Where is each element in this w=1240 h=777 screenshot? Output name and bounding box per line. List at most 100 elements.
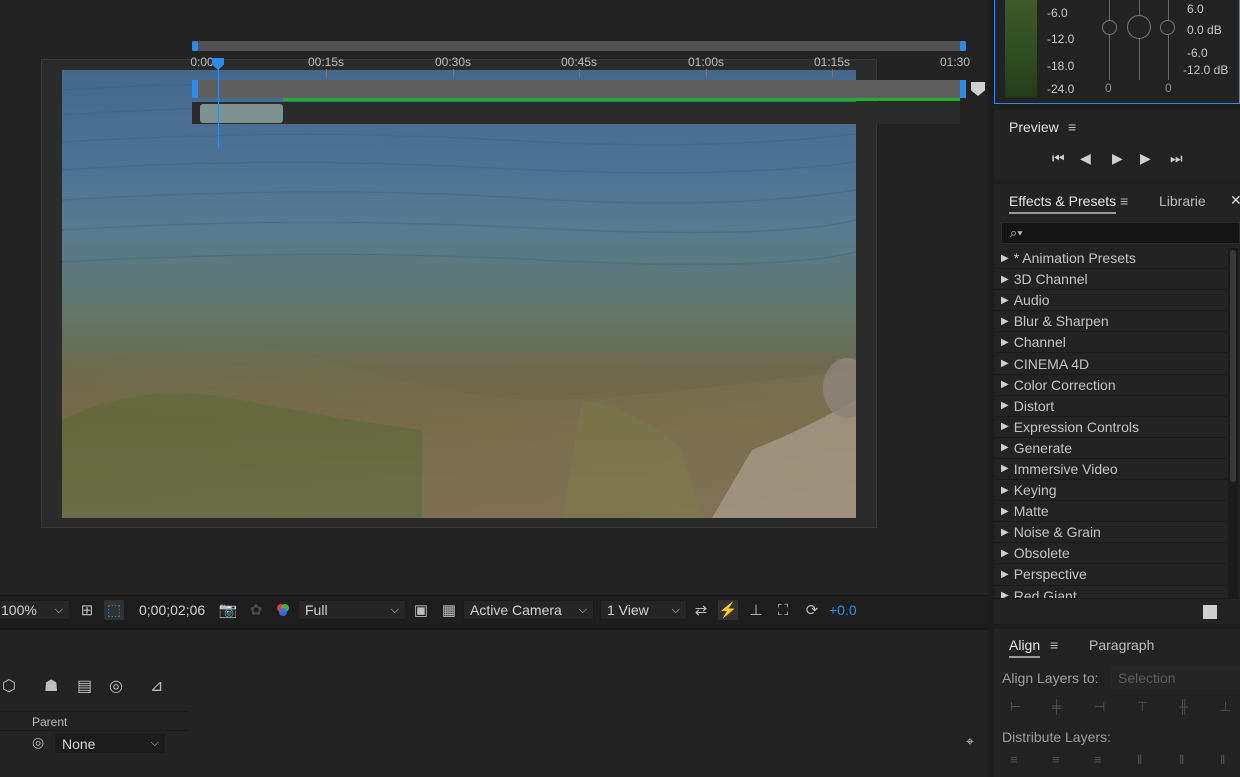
comp-end-handle[interactable] (960, 80, 966, 98)
align-right-icon[interactable]: ⊣ (1094, 699, 1110, 715)
disclosure-triangle-icon: ▶ (1001, 505, 1009, 517)
transparency-grid-icon[interactable]: ▦ (439, 600, 459, 620)
disclosure-triangle-icon: ▶ (1001, 358, 1009, 370)
effects-category[interactable]: ▶ Distort (994, 396, 1227, 417)
align-vertical-center-icon[interactable]: ╫ (1179, 699, 1195, 715)
effects-search-input[interactable]: ⌕▾ (1001, 222, 1240, 244)
motion-blur-icon[interactable]: ◎ (109, 676, 123, 696)
effects-scrollbar[interactable] (1228, 248, 1238, 598)
work-area-end-handle[interactable] (960, 41, 966, 51)
distribute-horizontal-center-icon[interactable]: ‖ (1179, 752, 1195, 768)
distribute-left-icon[interactable]: ‖ (1137, 752, 1153, 768)
snapshot-camera-icon[interactable]: 📷 (218, 600, 238, 620)
effects-category[interactable]: ▶ * Animation Presets (994, 248, 1227, 270)
effects-category[interactable]: ▶ Obsolete (994, 543, 1227, 565)
previous-frame-icon[interactable]: ◀ (1080, 150, 1091, 167)
distribute-right-icon[interactable]: ‖ (1220, 752, 1236, 768)
parent-select[interactable]: None ⌵ (55, 734, 165, 753)
play-icon[interactable]: ▶ (1112, 150, 1123, 167)
distribute-bottom-icon[interactable]: ≡ (1094, 752, 1110, 768)
effects-category[interactable]: ▶ CINEMA 4D (994, 353, 1227, 375)
panel-menu-icon[interactable]: ≡ (1120, 193, 1128, 209)
magnification-select[interactable]: 100% ⌵ (0, 600, 70, 620)
graph-editor-icon[interactable]: ⊿ (150, 676, 163, 696)
view-layout-select[interactable]: 1 View ⌵ (600, 600, 687, 620)
grid-guide-icon[interactable]: ⊞ (77, 600, 97, 620)
tab-libraries[interactable]: Librarie (1159, 193, 1206, 209)
ruler-tick (706, 69, 707, 77)
effects-category-label: Red Giant (1013, 587, 1077, 598)
right-panels: -6.0 -12.0 -18.0 -24.0 0 0 6.0 0.0 dB -6… (994, 0, 1240, 777)
panel-menu-icon[interactable]: ≡ (1068, 119, 1076, 135)
footage-frame[interactable] (62, 70, 856, 518)
disclosure-triangle-icon: ▶ (1001, 421, 1009, 433)
layer-row[interactable]: ◎ None ⌵ (0, 732, 188, 754)
current-time[interactable]: 0;00;02;06 (139, 600, 205, 620)
work-area-bar[interactable] (192, 41, 966, 51)
mask-visibility-icon[interactable]: ⬚ (104, 600, 124, 620)
effects-category[interactable]: ▶ Immersive Video (994, 459, 1227, 481)
align-left-icon[interactable]: ⊢ (1010, 699, 1026, 715)
reset-exposure-icon[interactable]: ⟳ (802, 600, 822, 620)
draft-3d-icon[interactable]: ⬡ (2, 676, 16, 696)
time-ruler[interactable]: 0:00 00:15s 00:30s 00:45s 01:00s 01:15s … (190, 53, 970, 77)
effects-category[interactable]: ▶ Audio (994, 290, 1227, 312)
effects-category[interactable]: ▶ Channel (994, 332, 1227, 354)
effects-category[interactable]: ▶ Blur & Sharpen (994, 311, 1227, 333)
align-top-icon[interactable]: ⊤ (1137, 699, 1153, 715)
composition-duration-bar[interactable] (192, 80, 966, 98)
effects-category[interactable]: ▶ Keying (994, 480, 1227, 502)
frame-blending-icon[interactable]: ▤ (77, 676, 92, 696)
effects-category[interactable]: ▶ Color Correction (994, 375, 1227, 396)
scrollbar-thumb[interactable] (1230, 250, 1236, 482)
comp-start-handle[interactable] (192, 80, 198, 98)
level-slider-right[interactable] (1160, 20, 1175, 35)
color-channels-icon[interactable] (273, 600, 293, 620)
flowchart-icon[interactable]: ⛶ (773, 600, 793, 620)
effects-category[interactable]: ▶ Generate (994, 438, 1227, 459)
distribute-top-icon[interactable]: ≡ (1010, 752, 1026, 768)
ruler-label: 00:15s (307, 55, 345, 69)
level-label: 6.0 (1187, 2, 1204, 16)
effects-category[interactable]: ▶ Matte (994, 501, 1227, 523)
layer-clip[interactable] (200, 104, 283, 123)
align-to-select[interactable]: Selection (1111, 667, 1240, 689)
timeline-icon[interactable]: ⊥ (746, 600, 766, 620)
effects-category[interactable]: ▶ 3D Channel (994, 269, 1227, 291)
level-slider-center[interactable] (1127, 15, 1151, 39)
effects-category-label: Obsolete (1013, 545, 1070, 562)
tab-align[interactable]: Align (1009, 637, 1041, 658)
first-frame-icon[interactable]: ⏮ (1052, 150, 1065, 167)
toggle-pixel-aspect-icon[interactable]: ⇄ (691, 600, 711, 620)
exposure-value[interactable]: +0.0 (829, 600, 857, 620)
effects-category[interactable]: ▶ Noise & Grain (994, 522, 1227, 544)
search-icon: ⌕▾ (1010, 225, 1023, 240)
next-frame-icon[interactable]: ▶ (1140, 150, 1151, 167)
effects-category-label: Color Correction (1013, 376, 1116, 393)
align-bottom-icon[interactable]: ⊥ (1220, 699, 1236, 715)
effects-category[interactable]: ▶ Expression Controls (994, 417, 1227, 438)
work-area-start-handle[interactable] (192, 41, 198, 51)
fast-previews-icon[interactable]: ⚡ (718, 600, 738, 620)
tab-effects-presets[interactable]: Effects & Presets (1009, 193, 1117, 214)
last-frame-icon[interactable]: ⏭ (1170, 150, 1183, 167)
close-icon[interactable]: ✕ (1230, 192, 1240, 209)
region-of-interest-icon[interactable]: ▣ (411, 600, 431, 620)
show-snapshot-icon[interactable]: ✿ (246, 600, 266, 620)
resolution-select[interactable]: Full ⌵ (298, 600, 406, 620)
new-bin-icon[interactable] (1203, 605, 1217, 619)
camera-view-select[interactable]: Active Camera ⌵ (463, 600, 594, 620)
shy-layers-icon[interactable]: ☗ (44, 676, 58, 696)
disclosure-triangle-icon: ▶ (1001, 484, 1009, 496)
distribute-vertical-center-icon[interactable]: ≡ (1052, 752, 1068, 768)
level-slider-left[interactable] (1102, 20, 1117, 35)
ruler-label: 00:30s (434, 55, 472, 69)
align-horizontal-center-icon[interactable]: ╪ (1052, 699, 1068, 715)
effects-category[interactable]: ▶ Red Giant (994, 586, 1227, 598)
effects-category[interactable]: ▶ Perspective (994, 564, 1227, 586)
level-track-center (1139, 0, 1140, 80)
tab-paragraph[interactable]: Paragraph (1089, 637, 1154, 653)
marker-add-icon[interactable]: ⌖ (966, 733, 974, 750)
pick-whip-icon[interactable]: ◎ (32, 734, 44, 751)
panel-menu-icon[interactable]: ≡ (1050, 637, 1058, 653)
